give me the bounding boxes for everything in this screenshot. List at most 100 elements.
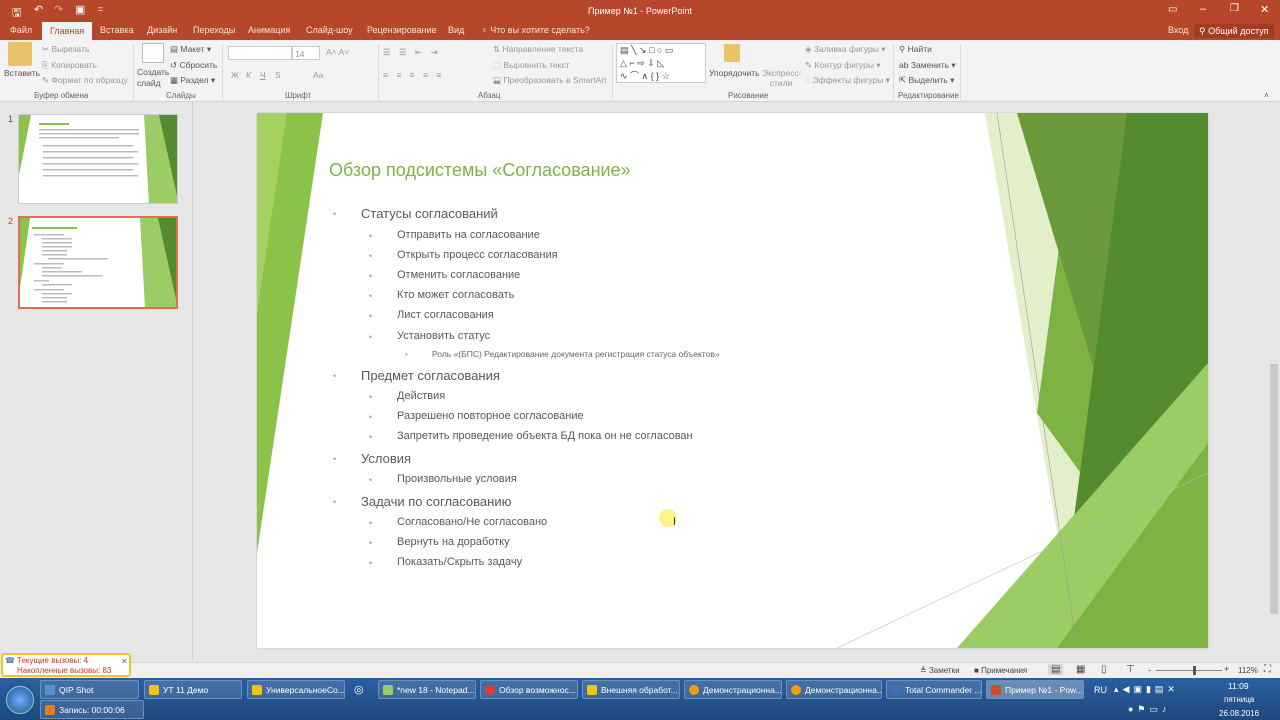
- shape-effects-button[interactable]: ◌ Эффекты фигуры ▾: [805, 75, 890, 86]
- align-icons[interactable]: ≡ ≡ ≡ ≡ ≡: [383, 70, 444, 80]
- minimize-button[interactable]: –: [1200, 3, 1206, 15]
- taskbar-powerpoint[interactable]: Пример №1 - Pow...: [986, 680, 1084, 699]
- align-text-button[interactable]: ⬚ Выровнять текст: [493, 60, 570, 71]
- new-slide-button[interactable]: Создать слайд: [137, 67, 169, 89]
- bold-button[interactable]: Ж: [231, 70, 239, 80]
- normal-view-button[interactable]: ▤: [1048, 664, 1064, 675]
- group-label-clipboard: Буфер обмена: [34, 91, 89, 100]
- close-icon[interactable]: ✕: [121, 657, 128, 667]
- language-indicator[interactable]: RU: [1094, 685, 1107, 695]
- restore-button[interactable]: ❐: [1230, 3, 1239, 14]
- bullets-icon[interactable]: ☰ ☰ ⇤ ⇥: [383, 47, 441, 58]
- tab-animations[interactable]: Анимация: [248, 25, 290, 35]
- paste-button[interactable]: Вставить: [4, 68, 40, 78]
- replace-button[interactable]: ab Заменить ▾: [899, 60, 956, 71]
- zoom-slider-thumb[interactable]: [1192, 666, 1196, 675]
- group-label-paragraph: Абзац: [478, 91, 501, 100]
- taskbar-universal[interactable]: УниверсальноеСо...: [247, 680, 345, 699]
- slide-thumbnail-2[interactable]: [18, 216, 178, 309]
- scrollbar-thumb[interactable]: [1270, 364, 1278, 614]
- layout-button[interactable]: ▤ Макет ▾: [170, 44, 211, 55]
- notes-button[interactable]: ≜ Заметки: [920, 666, 960, 675]
- ribbon: Вставить ✂ Вырезать ⎘ Копировать ✎ Форма…: [0, 40, 1280, 102]
- slide-title: Обзор подсистемы «Согласование»: [329, 160, 631, 180]
- quick-styles-button[interactable]: Экспресс-стили: [762, 68, 802, 88]
- zoom-level[interactable]: 112%: [1238, 666, 1258, 675]
- taskbar-demo-1c-2[interactable]: Демонстрационна...: [786, 680, 882, 699]
- bullet-level2: Вернуть на доработку: [397, 536, 510, 548]
- taskbar-label: QIP Shot: [59, 685, 94, 695]
- taskbar: QIP Shot УТ 11 Демо УниверсальноеСо... ◎…: [0, 678, 1280, 720]
- sign-in-link[interactable]: Вход: [1168, 25, 1188, 35]
- format-painter-button[interactable]: ✎ Формат по образцу: [42, 75, 128, 86]
- find-button[interactable]: ⚲ Найти: [899, 44, 932, 55]
- arrange-button[interactable]: Упорядочить: [709, 68, 760, 78]
- tab-transitions[interactable]: Переходы: [193, 25, 235, 35]
- smartart-button[interactable]: ⬓ Преобразовать в SmartArt: [493, 75, 607, 86]
- tab-view[interactable]: Вид: [448, 25, 464, 35]
- tab-file[interactable]: Файл: [10, 25, 32, 35]
- comments-button[interactable]: ■ Примечания: [974, 666, 1027, 675]
- taskbar-opera[interactable]: Обзор возможнос...: [480, 680, 578, 699]
- taskbar-demo-1c[interactable]: Демонстрационна...: [684, 680, 782, 699]
- taskbar-app-icon[interactable]: ◎: [354, 683, 364, 696]
- taskbar-label: УниверсальноеСо...: [266, 685, 345, 695]
- text-direction-button[interactable]: ⇅ Направление текста: [493, 44, 583, 55]
- change-case-button[interactable]: Aa: [313, 70, 323, 80]
- reset-button[interactable]: ↺ Сбросить: [170, 60, 217, 71]
- grow-font-icon[interactable]: A˄ A˅: [326, 47, 349, 57]
- underline-button[interactable]: Ч: [260, 70, 266, 80]
- tab-home[interactable]: Главная: [42, 22, 93, 40]
- taskbar-notepad[interactable]: *new 18 - Notepad...: [378, 680, 476, 699]
- taskbar-label: Запись: 00:00:06: [59, 705, 125, 715]
- vertical-scrollbar[interactable]: [1268, 102, 1280, 662]
- italic-button[interactable]: К: [246, 70, 251, 80]
- slideshow-view-button[interactable]: ⊤: [1126, 664, 1135, 675]
- tab-design[interactable]: Дизайн: [147, 25, 177, 35]
- start-button[interactable]: [6, 686, 34, 714]
- share-button[interactable]: ⚲ Общий доступ: [1194, 24, 1274, 38]
- shadow-button[interactable]: S: [275, 70, 281, 80]
- new-slide-icon: [142, 43, 164, 63]
- tell-me-input[interactable]: ♀ Что вы хотите сделать?: [481, 25, 590, 35]
- cut-button[interactable]: ✂ Вырезать: [42, 44, 89, 55]
- tab-insert[interactable]: Вставка: [100, 25, 133, 35]
- section-button[interactable]: ▦ Раздел ▾: [170, 75, 215, 86]
- tab-slideshow[interactable]: Слайд-шоу: [306, 25, 353, 35]
- taskbar-label: Демонстрационна...: [703, 685, 782, 695]
- clock-time[interactable]: 11:09: [1228, 681, 1249, 691]
- close-button[interactable]: ✕: [1260, 3, 1269, 16]
- group-label-drawing: Рисование: [728, 91, 769, 100]
- window-title: Пример №1 - PowerPoint: [588, 6, 692, 16]
- copy-button[interactable]: ⎘ Копировать: [42, 60, 97, 71]
- collapse-ribbon-icon[interactable]: ˄: [1264, 90, 1269, 100]
- taskbar-qip-shot[interactable]: QIP Shot: [40, 680, 139, 699]
- slide-sorter-button[interactable]: ▦: [1076, 664, 1085, 675]
- cut-label: Вырезать: [51, 44, 90, 54]
- tab-review[interactable]: Рецензирование: [367, 25, 437, 35]
- taskbar-total-commander[interactable]: Total Commander ...: [886, 680, 982, 699]
- select-button[interactable]: ⇱ Выделить ▾: [899, 75, 954, 86]
- shape-fill-button[interactable]: ◈ Заливка фигуры ▾: [805, 44, 885, 55]
- taskbar-external-processing[interactable]: Внешняя обработ...: [582, 680, 680, 699]
- slide-canvas[interactable]: Обзор подсистемы «Согласование» • Статусы…: [257, 113, 1208, 648]
- tray-icons-row2[interactable]: ●⚑▭♪: [1128, 704, 1171, 715]
- font-size-input[interactable]: 14: [292, 46, 320, 60]
- shape-outline-button[interactable]: ✎ Контур фигуры ▾: [805, 60, 881, 71]
- taskbar-recording[interactable]: Запись: 00:00:06: [40, 700, 144, 719]
- reading-view-button[interactable]: ▯: [1101, 664, 1107, 675]
- zoom-in-button[interactable]: +: [1224, 664, 1229, 674]
- thumbnail-number: 2: [8, 216, 14, 226]
- font-name-input[interactable]: [228, 46, 292, 60]
- status-bar: ≜ Заметки ■ Примечания ▤ ▦ ▯ ⊤ - + 112% …: [0, 662, 1280, 678]
- zoom-slider[interactable]: [1156, 670, 1222, 671]
- shapes-gallery[interactable]: ▤ ╲ ↘ □ ○ ▭ △ ⌐ ⇨ ⇩ ◺ ∿ ⌒ ∧ { } ☆: [616, 43, 706, 83]
- ribbon-display-icon[interactable]: ▭: [1168, 4, 1177, 15]
- slide-thumbnail-1[interactable]: [18, 114, 178, 204]
- taskbar-ut11[interactable]: УТ 11 Демо: [144, 680, 242, 699]
- align-text-label: Выровнять текст: [503, 60, 570, 70]
- zoom-out-button[interactable]: -: [1148, 665, 1151, 675]
- tray-icons[interactable]: ▴◀▣▮▤✕: [1114, 684, 1179, 695]
- bullet-level1: Статусы согласований: [361, 206, 498, 221]
- fit-to-window-icon[interactable]: ⛶: [1264, 664, 1271, 675]
